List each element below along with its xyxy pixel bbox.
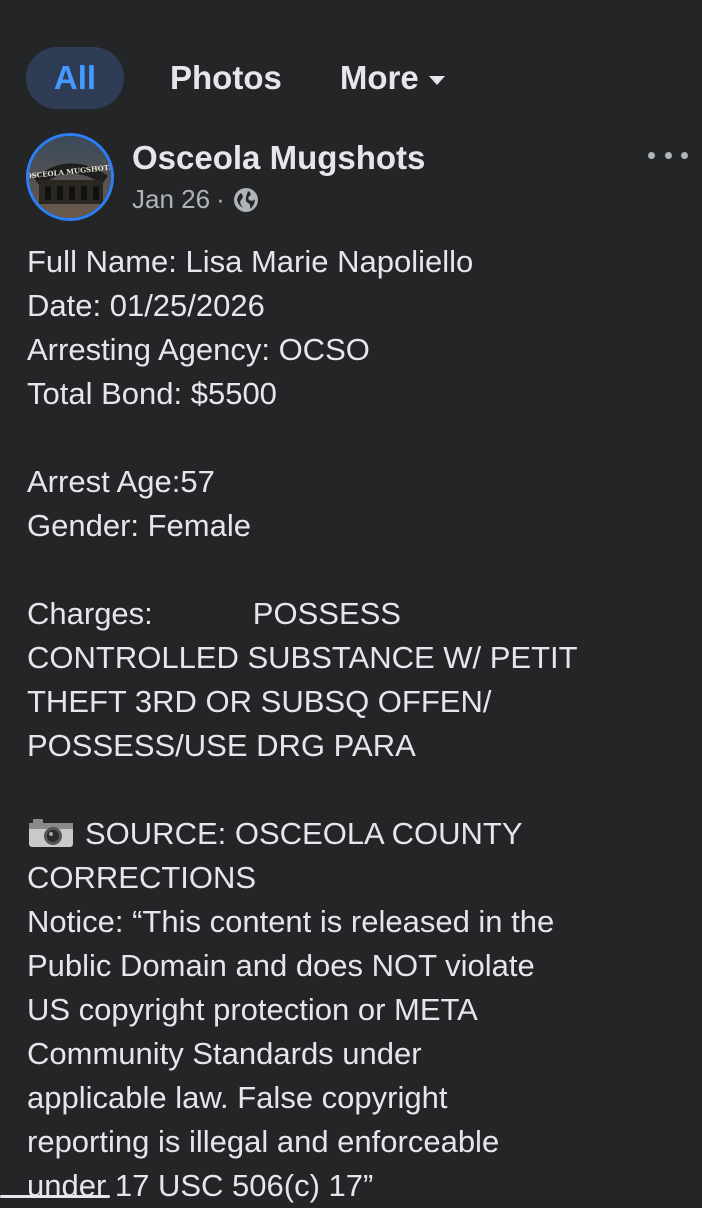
gender-line: Gender: Female bbox=[27, 508, 251, 543]
charges-text-line: THEFT 3RD OR SUBSQ OFFEN/ bbox=[27, 684, 492, 719]
charges-text-line: CONTROLLED SUBSTANCE W/ PETIT bbox=[27, 640, 578, 675]
tab-more[interactable]: More bbox=[334, 47, 451, 109]
page-name-link[interactable]: Osceola Mugshots bbox=[132, 139, 425, 177]
avatar-image: OSCEOLA MUGSHOTS bbox=[29, 136, 111, 218]
tab-more-label: More bbox=[339, 59, 419, 96]
age-line: Arrest Age:57 bbox=[27, 464, 215, 499]
more-options-icon[interactable] bbox=[648, 143, 688, 167]
date-line: Date: 01/25/2026 bbox=[27, 288, 265, 323]
notice-line: applicable law. False copyright bbox=[27, 1080, 448, 1115]
notice-line: under 17 USC 506(c) 17” bbox=[27, 1168, 374, 1203]
source-line: SOURCE: OSCEOLA COUNTY bbox=[27, 812, 682, 856]
charges-text-line: POSSESS/USE DRG PARA bbox=[27, 728, 416, 763]
source-text: SOURCE: OSCEOLA COUNTY bbox=[85, 816, 523, 851]
caret-down-icon bbox=[428, 75, 445, 85]
charges-label: Charges: bbox=[27, 596, 153, 631]
notice-line: US copyright protection or META bbox=[27, 992, 478, 1027]
post-meta: Jan 26 · bbox=[132, 184, 259, 215]
notice-line: Public Domain and does NOT violate bbox=[27, 948, 535, 983]
charges-line: Charges: POSSESS bbox=[27, 592, 682, 636]
home-indicator bbox=[0, 1195, 110, 1198]
tab-all[interactable]: All bbox=[26, 47, 124, 109]
notice-line: Notice: “This content is released in the bbox=[27, 904, 555, 939]
meta-separator: · bbox=[216, 184, 225, 214]
bond-line: Total Bond: $5500 bbox=[27, 376, 277, 411]
camera-icon bbox=[29, 818, 73, 847]
full-name-line: Full Name: Lisa Marie Napoliello bbox=[27, 244, 474, 279]
globe-icon bbox=[233, 187, 258, 212]
post-header: OSCEOLA MUGSHOTS Osceola Mugshots Jan 26… bbox=[26, 133, 702, 223]
post-text: Full Name: Lisa Marie Napoliello Date: 0… bbox=[27, 240, 682, 1208]
tab-photos[interactable]: Photos bbox=[150, 47, 302, 109]
agency-line: Arresting Agency: OCSO bbox=[27, 332, 370, 367]
notice-line: reporting is illegal and enforceable bbox=[27, 1124, 500, 1159]
avatar[interactable]: OSCEOLA MUGSHOTS bbox=[26, 133, 114, 221]
post-date[interactable]: Jan 26 bbox=[132, 184, 210, 215]
notice-line: Community Standards under bbox=[27, 1036, 422, 1071]
source-line-2: CORRECTIONS bbox=[27, 860, 257, 895]
filter-tabs: All Photos More bbox=[26, 47, 451, 109]
charges-first: POSSESS bbox=[252, 596, 401, 631]
